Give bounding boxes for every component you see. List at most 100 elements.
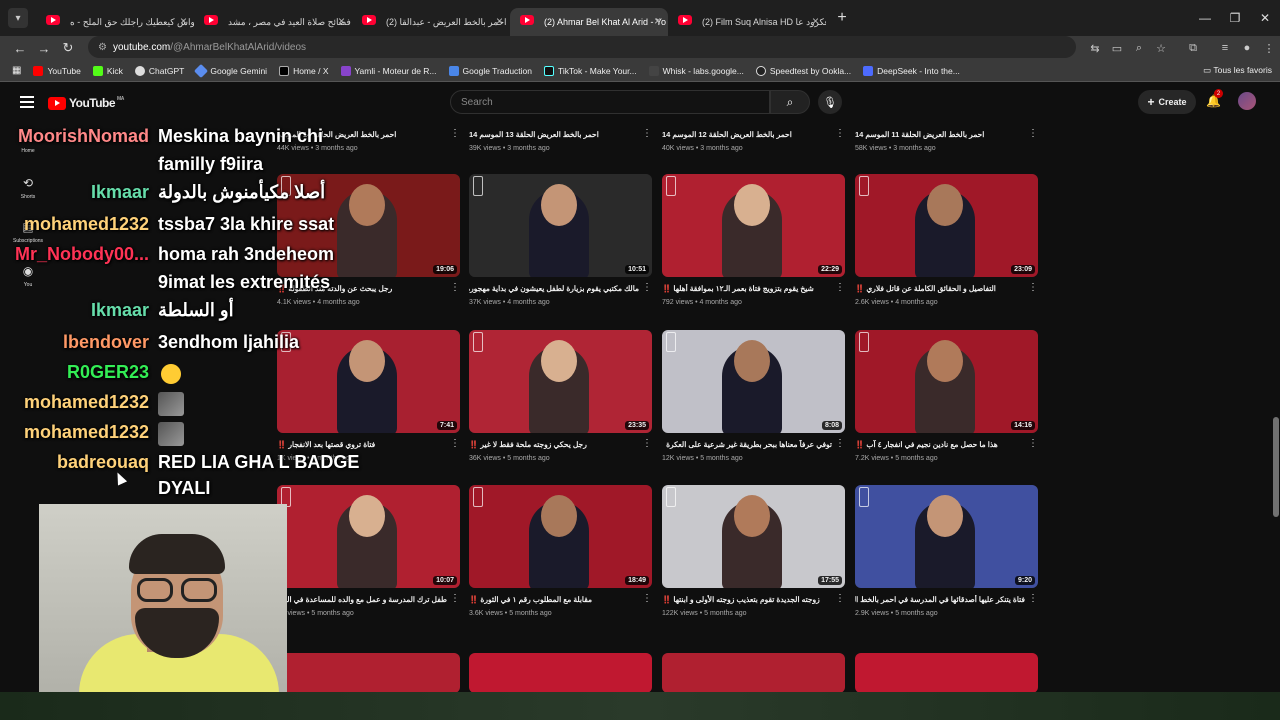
new-tab-icon[interactable]: + xyxy=(830,6,854,30)
browser-menu-icon[interactable]: ⋮ xyxy=(1258,36,1280,60)
video-title[interactable]: توفي عرفاً معناها ببحر بطريقة غير شرعية … xyxy=(662,440,832,449)
more-actions-icon[interactable]: ⋮ xyxy=(1028,282,1038,293)
bookmark-star-icon[interactable]: ☆ xyxy=(1150,36,1172,60)
video-thumbnail[interactable] xyxy=(469,653,652,692)
chat-username[interactable]: lbendover xyxy=(63,332,149,353)
more-actions-icon[interactable]: ⋮ xyxy=(450,128,460,139)
bookmark-item[interactable]: DeepSeek - Into the... xyxy=(863,65,960,76)
video-thumbnail[interactable]: 17:55 xyxy=(662,485,845,588)
chat-username[interactable]: Ikmaar xyxy=(91,182,149,203)
video-thumbnail[interactable]: 9:20 xyxy=(855,485,1038,588)
browser-tab-active[interactable]: (2) Ahmar Bel Khat Al Arid - Yo × xyxy=(510,8,668,36)
chat-username[interactable]: mohamed1232 xyxy=(24,422,149,443)
video-title[interactable]: زوجته الجديدة تقوم بتعذيب زوجته الأولى و… xyxy=(662,595,832,604)
search-button[interactable]: ⌕ xyxy=(770,90,810,114)
more-actions-icon[interactable]: ⋮ xyxy=(642,593,652,604)
apps-icon[interactable]: ▦ xyxy=(12,65,21,76)
more-actions-icon[interactable]: ⋮ xyxy=(642,438,652,449)
media-icon[interactable]: ≡ xyxy=(1214,36,1236,60)
video-thumbnail[interactable]: 23:09 xyxy=(855,174,1038,277)
browser-tab[interactable]: (2) Film Suq Alnisa HD عكرود عا× xyxy=(668,8,826,36)
video-thumbnail[interactable]: 18:49 xyxy=(469,485,652,588)
video-thumbnail[interactable]: 23:35 xyxy=(469,330,652,433)
more-actions-icon[interactable]: ⋮ xyxy=(835,438,845,449)
tab-search-icon[interactable]: ▾ xyxy=(8,8,28,28)
page-scrollbar[interactable] xyxy=(1272,122,1280,692)
reload-icon[interactable]: ↻ xyxy=(56,36,80,60)
video-thumbnail[interactable]: 22:29 xyxy=(662,174,845,277)
chat-username[interactable]: Mr_Nobody00... xyxy=(15,244,149,265)
close-icon[interactable]: × xyxy=(180,14,187,28)
chat-username[interactable]: R0GER23 xyxy=(67,362,149,383)
more-actions-icon[interactable]: ⋮ xyxy=(835,128,845,139)
bookmark-item[interactable]: Home / X xyxy=(279,65,329,76)
video-title[interactable]: التفاصيل و الحقائق الكاملة عن قاتل فلاري… xyxy=(855,284,1025,293)
video-title[interactable]: رجل يحكي زوجته ملحة فقط لا غير ‼️ xyxy=(469,440,639,449)
video-title[interactable]: هذا ما حصل مع نادين نجيم في انفجار ٤ آب … xyxy=(855,440,1025,449)
restore-icon[interactable]: ❐ xyxy=(1220,0,1250,36)
chat-username[interactable]: Ikmaar xyxy=(91,300,149,321)
close-icon[interactable]: × xyxy=(496,14,503,28)
back-icon[interactable]: ← xyxy=(8,36,32,60)
scrollbar-thumb[interactable] xyxy=(1273,417,1279,517)
all-bookmarks[interactable]: ▭ Tous les favoris xyxy=(1203,65,1272,76)
extensions-icon[interactable]: ⧉ xyxy=(1182,36,1204,60)
forward-icon[interactable]: → xyxy=(32,36,56,60)
bookmark-item[interactable]: Google Gemini xyxy=(194,63,267,78)
bookmark-item[interactable]: Google Traduction xyxy=(448,65,532,76)
bookmark-item[interactable]: ChatGPT xyxy=(134,65,184,76)
more-actions-icon[interactable]: ⋮ xyxy=(1028,438,1038,449)
zoom-icon[interactable]: ⌕ xyxy=(1128,36,1150,60)
account-avatar[interactable] xyxy=(1238,92,1256,110)
close-icon[interactable]: × xyxy=(812,14,819,28)
chat-username[interactable]: badreouaq xyxy=(57,452,149,473)
voice-search-button[interactable]: 🎙 xyxy=(818,90,842,114)
chat-username[interactable]: MoorishNomad xyxy=(18,126,149,147)
bookmark-item[interactable]: Yamli - Moteur de R... xyxy=(340,65,437,76)
search-input[interactable]: Search xyxy=(450,90,770,114)
cast-icon[interactable]: ▭ xyxy=(1106,36,1128,60)
translate-icon[interactable]: ⇆ xyxy=(1084,36,1106,60)
video-thumbnail[interactable]: 10:51 xyxy=(469,174,652,277)
more-actions-icon[interactable]: ⋮ xyxy=(642,128,652,139)
more-actions-icon[interactable]: ⋮ xyxy=(1028,128,1038,139)
bookmark-item[interactable]: Kick xyxy=(92,65,123,76)
video-title[interactable]: احمر بالخط العريض الحلقة 12 الموسم 14 xyxy=(662,130,832,139)
video-title[interactable]: طفل ترك المدرسة و عمل مع والده للمساعدة … xyxy=(277,595,447,604)
chat-username[interactable]: mohamed1232 xyxy=(24,392,149,413)
bookmark-item[interactable]: Whisk - labs.google... xyxy=(648,65,744,76)
bookmark-item[interactable]: TikTok - Make Your... xyxy=(544,65,637,76)
more-actions-icon[interactable]: ⋮ xyxy=(450,593,460,604)
video-title[interactable]: احمر بالخط العريض الحلقة 13 الموسم 14 xyxy=(469,130,639,139)
close-icon[interactable]: × xyxy=(654,14,661,28)
browser-tab[interactable]: فضائح صلاة العيد في مصر ، مشد × xyxy=(194,8,352,36)
bookmark-item[interactable]: Speedtest by Ookla... xyxy=(755,65,851,76)
more-actions-icon[interactable]: ⋮ xyxy=(642,282,652,293)
hamburger-menu-icon[interactable] xyxy=(20,96,34,108)
chat-username[interactable]: mohamed1232 xyxy=(24,214,149,235)
video-title[interactable]: مالك مكتبي يقوم بزيارة لطفل يعيشون في بد… xyxy=(469,284,639,293)
video-title[interactable]: مقابلة مع المطلوب رقم ١ في الثورة ‼️ xyxy=(469,595,639,604)
url-input[interactable]: ⚙ youtube.com/@AhmarBelKhatAlArid/videos xyxy=(88,36,1076,58)
video-title[interactable]: فتاة يتنكر عليها أصدقائها في المدرسة في … xyxy=(855,595,1025,604)
close-icon[interactable]: × xyxy=(338,14,345,28)
browser-tab[interactable]: واش كيعطيك راجلك حق الملح - ه × xyxy=(36,8,194,36)
video-title[interactable]: احمر بالخط العريض الحلقة 11 الموسم 14 xyxy=(855,130,1025,139)
close-window-icon[interactable]: ✕ xyxy=(1250,0,1280,36)
more-actions-icon[interactable]: ⋮ xyxy=(450,282,460,293)
profile-icon[interactable]: ● xyxy=(1236,36,1258,60)
youtube-logo[interactable]: YouTube MA xyxy=(48,96,124,110)
more-actions-icon[interactable]: ⋮ xyxy=(835,282,845,293)
video-thumbnail[interactable]: 8:08 xyxy=(662,330,845,433)
more-actions-icon[interactable]: ⋮ xyxy=(1028,593,1038,604)
minimize-icon[interactable]: — xyxy=(1190,0,1220,36)
more-actions-icon[interactable]: ⋮ xyxy=(835,593,845,604)
video-thumbnail[interactable] xyxy=(662,653,845,692)
site-info-icon[interactable]: ⚙ xyxy=(98,42,107,53)
video-thumbnail[interactable]: 14:16 xyxy=(855,330,1038,433)
video-thumbnail[interactable] xyxy=(277,653,460,692)
video-thumbnail[interactable] xyxy=(855,653,1038,692)
more-actions-icon[interactable]: ⋮ xyxy=(450,438,460,449)
video-title[interactable]: شيخ يقوم بتزويج فتاة بعمر الـ١٢ بموافقة … xyxy=(662,284,832,293)
browser-tab[interactable]: (2) احمر بالخط العريض - عبدالقا × xyxy=(352,8,510,36)
